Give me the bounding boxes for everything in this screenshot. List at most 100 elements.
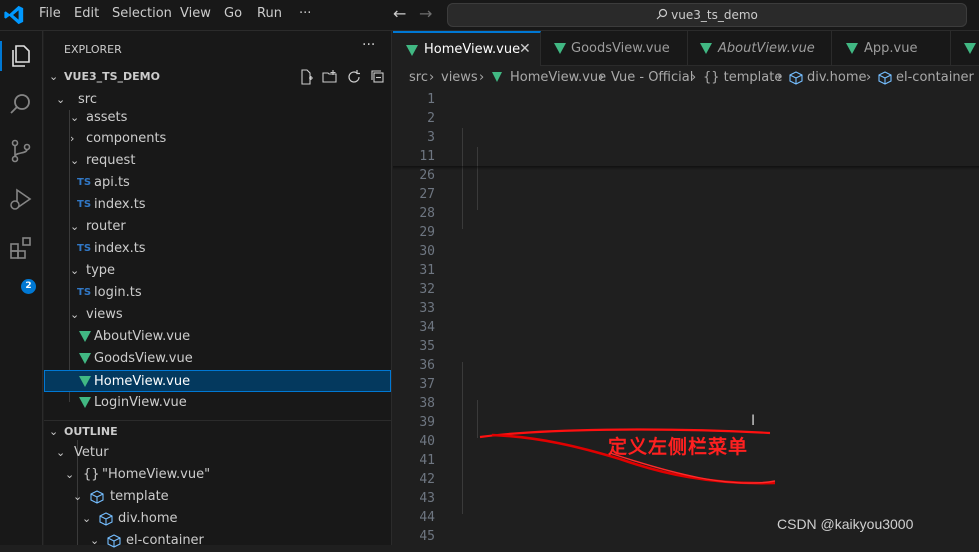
tab-app[interactable]: App.vue — [832, 31, 951, 66]
breadcrumb-item[interactable]: views — [441, 66, 478, 90]
tab-homeview[interactable]: HomeView.vue ✕ — [393, 31, 541, 66]
tree-item-aboutview[interactable]: AboutView.vue — [44, 326, 391, 348]
tab-overflow[interactable] — [951, 31, 979, 66]
new-folder-icon[interactable] — [322, 69, 338, 85]
breadcrumb-item[interactable]: div.home — [807, 66, 867, 90]
source-control-icon[interactable] — [8, 138, 34, 164]
vue-file-icon — [846, 43, 858, 54]
menu-edit[interactable]: Edit — [74, 6, 99, 21]
sticky-scroll-shadow — [393, 166, 979, 170]
line-number: 27 — [419, 187, 435, 202]
line-number: 37 — [419, 377, 435, 392]
line-number: 43 — [419, 491, 435, 506]
vue-file-icon — [79, 376, 91, 387]
tree-item-loginview[interactable]: LoginView.vue — [44, 392, 391, 414]
line-number: 34 — [419, 320, 435, 335]
vue-file-icon — [964, 43, 976, 54]
breadcrumb-separator-icon: › — [479, 70, 485, 85]
breadcrumb-separator-icon: › — [429, 70, 435, 85]
workspace-header[interactable]: ⌄ VUE3_TS_DEMO — [44, 66, 391, 88]
tree-item-type[interactable]: ⌄ type — [44, 260, 391, 282]
tree-item-homeview[interactable]: HomeView.vue — [44, 370, 391, 392]
line-number: 40 — [419, 434, 435, 449]
typescript-file-icon: TS — [77, 177, 92, 188]
tree-item-request[interactable]: ⌄ request — [44, 150, 391, 172]
search-icon — [656, 8, 668, 20]
chevron-down-icon: ⌄ — [70, 308, 80, 321]
annotation-text: 定义左侧栏菜单 — [608, 436, 749, 458]
tree-item-goodsview[interactable]: GoodsView.vue — [44, 348, 391, 370]
tree-item-router-index-ts[interactable]: TS index.ts — [44, 238, 391, 260]
tab-goodsview[interactable]: GoodsView.vue — [541, 31, 688, 66]
tree-item-api-ts[interactable]: TS api.ts — [44, 172, 391, 194]
breadcrumb-item[interactable]: HomeView.vue — [510, 66, 606, 90]
search-icon[interactable] — [8, 91, 34, 117]
run-debug-icon[interactable] — [8, 186, 34, 212]
vue-file-icon — [79, 353, 91, 364]
breadcrumb-item[interactable]: src — [409, 66, 428, 90]
chevron-down-icon: ⌄ — [49, 70, 59, 83]
tree-item-router[interactable]: ⌄ router — [44, 216, 391, 238]
chevron-down-icon: ⌄ — [56, 446, 66, 459]
chevron-down-icon: ⌄ — [70, 220, 80, 233]
tree-item-views[interactable]: ⌄ views — [44, 304, 391, 326]
title-bar: File Edit Selection View Go Run ··· ← → … — [0, 0, 979, 31]
tree-item-login-ts[interactable]: TS login.ts — [44, 282, 391, 304]
cube-icon — [90, 490, 104, 504]
line-number: 44 — [419, 510, 435, 525]
breadcrumb-separator-icon: › — [599, 70, 605, 85]
vue-file-icon — [79, 331, 91, 342]
chevron-down-icon: ⌄ — [70, 264, 80, 277]
breadcrumb-item[interactable]: {} template — [703, 66, 782, 90]
explorer-sidebar: EXPLORER ··· ⌄ VUE3_TS_DEMO ⌄ src ⌄ assets… — [44, 31, 392, 548]
outline-item-template[interactable]: ⌄ template — [44, 486, 391, 508]
vscode-logo-icon — [4, 5, 24, 25]
breadcrumb-separator-icon: › — [866, 70, 872, 85]
outline-item-div-home[interactable]: ⌄ div.home — [44, 508, 391, 530]
outline-header[interactable]: ⌄ OUTLINE — [44, 420, 391, 442]
line-number: 1 — [427, 92, 435, 107]
breadcrumb: src › views › HomeView.vue › Vue - Offic… — [393, 66, 979, 90]
breadcrumb-separator-icon: › — [691, 70, 697, 85]
typescript-file-icon: TS — [77, 243, 92, 254]
tree-item-assets[interactable]: ⌄ assets — [44, 107, 391, 129]
chevron-down-icon: ⌄ — [70, 154, 80, 167]
vue-file-icon — [700, 43, 712, 54]
menu-more[interactable]: ··· — [299, 6, 311, 21]
breadcrumb-item[interactable]: Vue - Official — [611, 66, 693, 90]
breadcrumb-item[interactable]: el-container — [896, 66, 974, 90]
more-actions-icon[interactable]: ··· — [362, 37, 375, 53]
menu-view[interactable]: View — [180, 6, 211, 21]
extensions-icon[interactable] — [8, 235, 34, 261]
chevron-down-icon: ⌄ — [73, 490, 83, 503]
close-icon[interactable]: ✕ — [519, 33, 531, 66]
explorer-files-icon[interactable] — [8, 43, 34, 69]
refresh-icon[interactable] — [346, 69, 362, 85]
chevron-right-icon: › — [70, 132, 75, 145]
line-number: 2 — [427, 111, 435, 126]
collapse-all-icon[interactable] — [370, 69, 386, 85]
menu-selection[interactable]: Selection — [112, 6, 172, 21]
menu-run[interactable]: Run — [257, 6, 282, 21]
cube-icon — [99, 512, 113, 526]
tab-aboutview[interactable]: AboutView.vue — [688, 31, 832, 66]
chevron-down-icon: ⌄ — [49, 425, 59, 438]
forward-arrow-icon[interactable]: → — [419, 4, 432, 23]
menu-file[interactable]: File — [39, 6, 61, 21]
tree-item-components[interactable]: › components — [44, 128, 391, 150]
tree-item-request-index-ts[interactable]: TS index.ts — [44, 194, 391, 216]
outline-item-el-container[interactable]: ⌄ el-container — [44, 530, 391, 552]
back-arrow-icon[interactable]: ← — [393, 4, 406, 23]
command-center-search[interactable]: vue3_ts_demo — [447, 3, 967, 27]
outline-item-homeview[interactable]: ⌄{} "HomeView.vue" — [44, 464, 391, 486]
new-file-icon[interactable] — [298, 69, 314, 85]
outline-item-vetur[interactable]: ⌄ Vetur — [44, 442, 391, 464]
menu-go[interactable]: Go — [224, 6, 242, 21]
